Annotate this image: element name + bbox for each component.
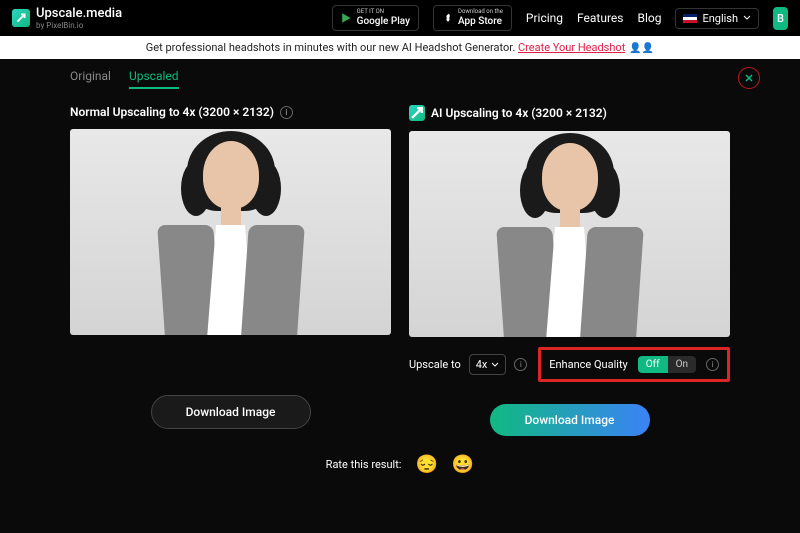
brand-logo[interactable]: Upscale.media by PixelBin.io (12, 6, 122, 30)
tab-upscaled[interactable]: Upscaled (129, 69, 179, 89)
download-normal-button[interactable]: Download Image (151, 395, 311, 429)
close-button[interactable] (738, 67, 760, 89)
tab-original[interactable]: Original (70, 69, 111, 89)
rate-bad-emoji[interactable]: 😔 (415, 454, 437, 475)
normal-upscaling-column: Normal Upscaling to 4x (3200 × 2132) i D… (70, 105, 391, 436)
result-tabs: Original Upscaled (70, 69, 730, 89)
normal-image-preview (70, 129, 391, 335)
rate-good-emoji[interactable]: 😀 (452, 454, 474, 475)
enhance-quality-highlight: Enhance Quality Off On i (538, 347, 730, 382)
ai-upscale-icon (409, 105, 425, 121)
language-selector[interactable]: English (675, 8, 759, 29)
app-header: Upscale.media by PixelBin.io GET IT ONGo… (0, 0, 800, 36)
info-icon[interactable]: i (706, 358, 719, 371)
info-icon[interactable]: i (514, 358, 527, 371)
nav-features[interactable]: Features (577, 11, 623, 25)
avatar-icons: 👤👤 (629, 43, 654, 54)
chevron-down-icon (743, 14, 751, 22)
download-ai-button[interactable]: Download Image (490, 404, 650, 436)
upscale-to-label: Upscale to (409, 358, 461, 371)
normal-title: Normal Upscaling to 4x (3200 × 2132) (70, 105, 274, 119)
nav-blog[interactable]: Blog (637, 11, 661, 25)
ai-upscaling-column: AI Upscaling to 4x (3200 × 2132) Upscale… (409, 105, 730, 436)
banner-link[interactable]: Create Your Headshot (518, 41, 625, 54)
brand-sub: by PixelBin.io (36, 21, 122, 30)
main-content: Original Upscaled Normal Upscaling to 4x… (0, 59, 800, 475)
brand-name: Upscale.media (36, 6, 122, 21)
rate-label: Rate this result: (326, 458, 402, 471)
enhance-label: Enhance Quality (549, 358, 628, 371)
ai-title: AI Upscaling to 4x (3200 × 2132) (431, 106, 607, 120)
ai-image-preview (409, 131, 730, 337)
toggle-off[interactable]: Off (638, 356, 668, 373)
promo-banner: Get professional headshots in minutes wi… (0, 36, 800, 59)
apple-icon (442, 12, 454, 24)
upscale-logo-icon (12, 9, 30, 27)
close-icon (744, 73, 754, 83)
google-play-icon (341, 12, 353, 24)
enhance-toggle[interactable]: Off On (638, 356, 696, 373)
nav-pricing[interactable]: Pricing (526, 11, 563, 25)
google-play-badge[interactable]: GET IT ONGoogle Play (332, 5, 419, 31)
rate-section: Rate this result: 😔 😀 (70, 454, 730, 475)
app-store-badge[interactable]: Download on theApp Store (433, 5, 512, 31)
info-icon[interactable]: i (280, 106, 293, 119)
cta-button[interactable]: B (773, 7, 788, 30)
toggle-on[interactable]: On (668, 356, 696, 373)
upscale-factor-select[interactable]: 4x (469, 354, 507, 375)
uk-flag-icon (683, 14, 697, 23)
chevron-down-icon (491, 361, 499, 369)
